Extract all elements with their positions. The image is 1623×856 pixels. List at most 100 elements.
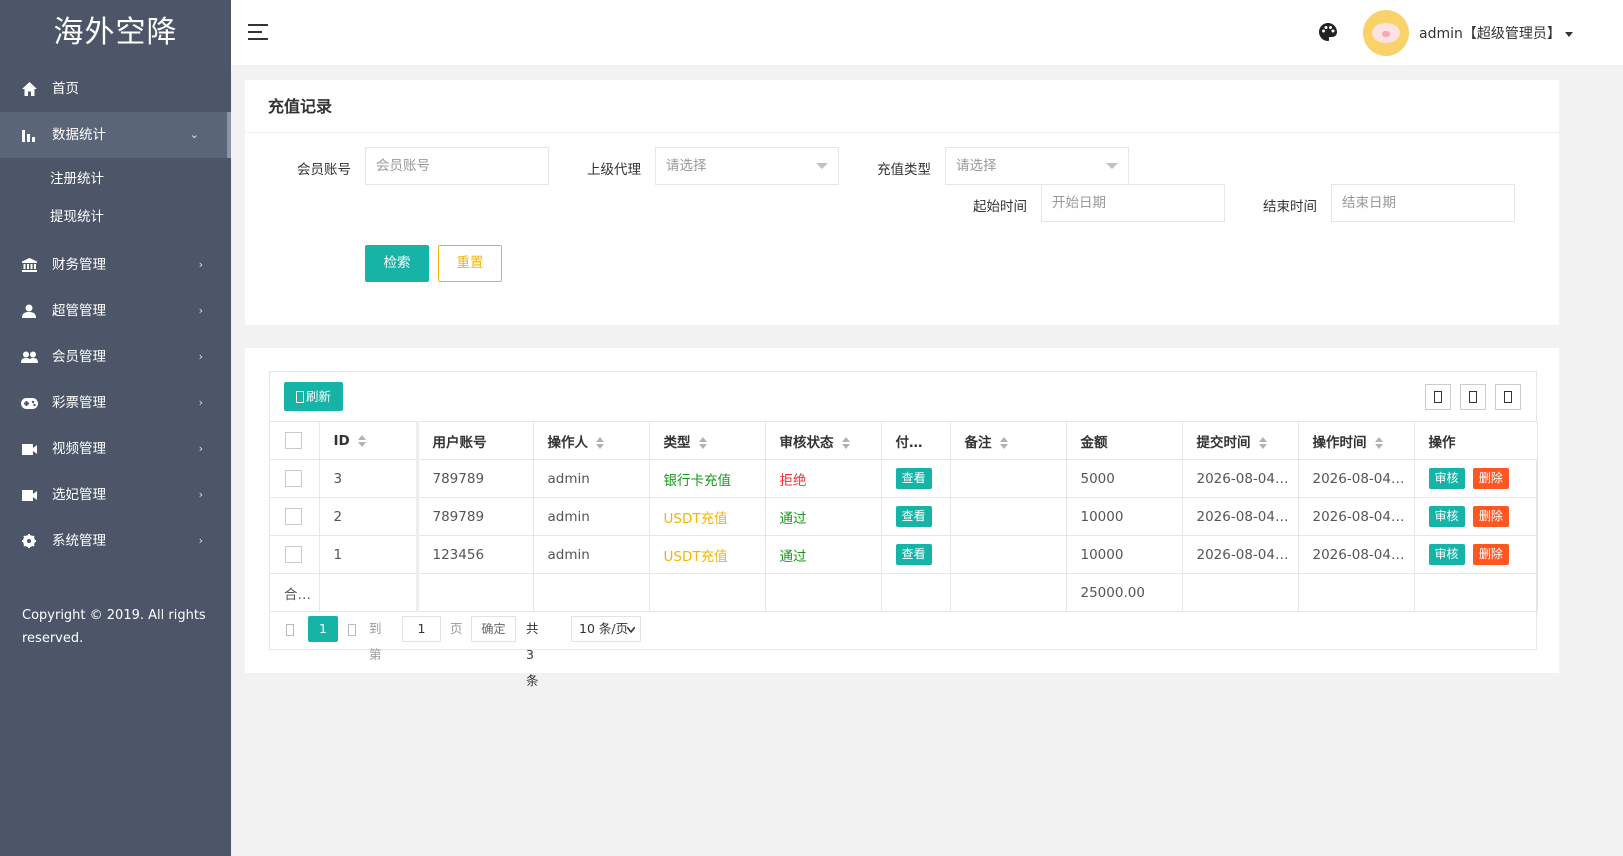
- cell-type: USDT充值: [648, 535, 766, 574]
- cell-actions: 审核 删除: [1413, 535, 1538, 574]
- delete-button[interactable]: 删除: [1472, 544, 1509, 565]
- sort-icon[interactable]: [1258, 436, 1267, 449]
- sidebar-item-members[interactable]: 会员管理 ›: [0, 334, 231, 380]
- parent-agent-label: 上级代理: [587, 162, 641, 178]
- sidebar-item-label: 选妃管理: [52, 487, 106, 503]
- cell-amount: 10000: [1065, 535, 1183, 574]
- select-all-checkbox[interactable]: [270, 421, 320, 460]
- goto-label: 到第: [369, 621, 382, 662]
- end-date-input[interactable]: 结束日期: [1331, 184, 1515, 222]
- row-checkbox[interactable]: [270, 497, 320, 536]
- sort-icon[interactable]: [1374, 436, 1383, 449]
- column-header-operator[interactable]: 操作人: [532, 421, 650, 460]
- delete-button[interactable]: 删除: [1472, 506, 1509, 527]
- chevron-right-icon: ›: [198, 534, 203, 547]
- sort-icon[interactable]: [357, 434, 366, 447]
- sidebar-item-lottery[interactable]: 彩票管理 ›: [0, 380, 231, 426]
- sidebar-item-label: 超管管理: [52, 303, 106, 319]
- sort-icon[interactable]: [698, 436, 707, 449]
- sidebar-subitem-withdraw-stats[interactable]: 提现统计: [0, 198, 231, 236]
- sort-icon[interactable]: [999, 436, 1008, 449]
- view-payment-button[interactable]: 查看: [895, 468, 932, 489]
- avatar[interactable]: [1363, 10, 1409, 56]
- audit-button[interactable]: 审核: [1428, 544, 1465, 565]
- refresh-icon: [296, 390, 304, 403]
- page-size-select[interactable]: 10 条/页: [571, 616, 641, 642]
- column-header-status[interactable]: 审核状态: [764, 421, 882, 460]
- table-header-row: ID 用户账号 操作人 类型 审核状态 付… 备注 金额 提交时间 操作时间 操…: [270, 421, 1538, 460]
- prev-page-icon[interactable]: [286, 616, 294, 642]
- sidebar-item-data-stats[interactable]: 数据统计 ⌄: [0, 112, 231, 158]
- recharge-type-label: 充值类型: [877, 162, 931, 178]
- confirm-page-button[interactable]: 确定: [471, 616, 516, 642]
- gamepad-icon: [20, 380, 38, 426]
- next-page-icon[interactable]: [348, 616, 356, 642]
- view-payment-button[interactable]: 查看: [895, 506, 932, 527]
- records-panel: 刷新 ID 用户账号 操作人 类型 审核状态 付… 备注 金额 提交时间 操作时…: [245, 348, 1559, 688]
- sidebar-item-selection[interactable]: 选妃管理 ›: [0, 472, 231, 518]
- column-header-id[interactable]: ID: [318, 421, 418, 460]
- cell-status: 拒绝: [764, 459, 882, 498]
- sidebar-item-system[interactable]: 系统管理 ›: [0, 518, 231, 564]
- menu-toggle-icon[interactable]: [248, 24, 268, 40]
- app-logo: 海外空降: [53, 15, 178, 50]
- sidebar-item-superadmin[interactable]: 超管管理 ›: [0, 288, 231, 334]
- parent-agent-select[interactable]: 请选择: [655, 147, 839, 185]
- cell-submit-time: 2026-08-04…: [1181, 535, 1299, 574]
- cell-actions: 审核 删除: [1413, 497, 1538, 536]
- audit-button[interactable]: 审核: [1428, 468, 1465, 489]
- user-menu[interactable]: admin【超级管理员】: [1419, 23, 1573, 43]
- column-header-op-time[interactable]: 操作时间: [1297, 421, 1415, 460]
- total-label: 合…: [270, 573, 320, 612]
- total-count: 共 3 条: [526, 621, 539, 688]
- cell-note: [949, 497, 1067, 536]
- sidebar-item-label: 彩票管理: [52, 395, 106, 411]
- sidebar-item-label: 会员管理: [52, 349, 106, 365]
- page-unit-label: 页: [450, 621, 463, 636]
- end-time-label: 结束时间: [1263, 199, 1317, 215]
- refresh-button[interactable]: 刷新: [284, 382, 344, 411]
- view-payment-button[interactable]: 查看: [895, 544, 932, 565]
- columns-filter-icon[interactable]: [1425, 384, 1451, 410]
- cell-submit-time: 2026-08-04…: [1181, 459, 1299, 498]
- sidebar-item-finance[interactable]: 财务管理 ›: [0, 242, 231, 288]
- copyright-text: Copyright © 2019. All rights reserved.: [22, 608, 206, 646]
- print-icon[interactable]: [1495, 384, 1521, 410]
- refresh-label: 刷新: [306, 389, 332, 404]
- column-header-note[interactable]: 备注: [949, 421, 1067, 460]
- row-checkbox[interactable]: [270, 459, 320, 498]
- reset-button[interactable]: 重置: [438, 245, 502, 282]
- bank-icon: [20, 242, 38, 288]
- audit-button[interactable]: 审核: [1428, 506, 1465, 527]
- page-current[interactable]: 1: [308, 616, 338, 642]
- start-date-input[interactable]: 开始日期: [1041, 184, 1225, 222]
- column-header-type[interactable]: 类型: [648, 421, 766, 460]
- sidebar-item-video[interactable]: 视频管理 ›: [0, 426, 231, 472]
- row-checkbox[interactable]: [270, 535, 320, 574]
- cell-type: 银行卡充值: [648, 459, 766, 498]
- gear-icon: [20, 518, 38, 564]
- sidebar-subitem-register-stats[interactable]: 注册统计: [0, 160, 231, 198]
- bar-chart-icon: [20, 112, 38, 158]
- chevron-down-icon: [627, 627, 635, 633]
- recharge-type-select[interactable]: 请选择: [945, 147, 1129, 185]
- delete-button[interactable]: 删除: [1472, 468, 1509, 489]
- palette-icon[interactable]: [1319, 23, 1337, 41]
- search-button[interactable]: 检索: [365, 245, 429, 282]
- table-row: 1 123456 admin USDT充值 通过 查看 10000 2026-0…: [270, 535, 1538, 574]
- chevron-right-icon: ›: [198, 350, 203, 363]
- goto-page-input[interactable]: 1: [402, 616, 441, 642]
- sort-icon[interactable]: [841, 436, 850, 449]
- cell-submit-time: 2026-08-04…: [1181, 497, 1299, 536]
- sidebar-item-label: 视频管理: [52, 441, 106, 457]
- table-row: 2 789789 admin USDT充值 通过 查看 10000 2026-0…: [270, 497, 1538, 536]
- sidebar-item-home[interactable]: 首页: [0, 66, 231, 112]
- cell-note: [949, 459, 1067, 498]
- sort-icon[interactable]: [596, 436, 604, 449]
- export-icon[interactable]: [1460, 384, 1486, 410]
- column-header-submit-time[interactable]: 提交时间: [1181, 421, 1299, 460]
- cell-op-time: 2026-08-04…: [1297, 497, 1415, 536]
- records-table: ID 用户账号 操作人 类型 审核状态 付… 备注 金额 提交时间 操作时间 操…: [270, 421, 1538, 612]
- member-account-input[interactable]: 会员账号: [365, 147, 549, 185]
- member-account-label: 会员账号: [297, 162, 351, 178]
